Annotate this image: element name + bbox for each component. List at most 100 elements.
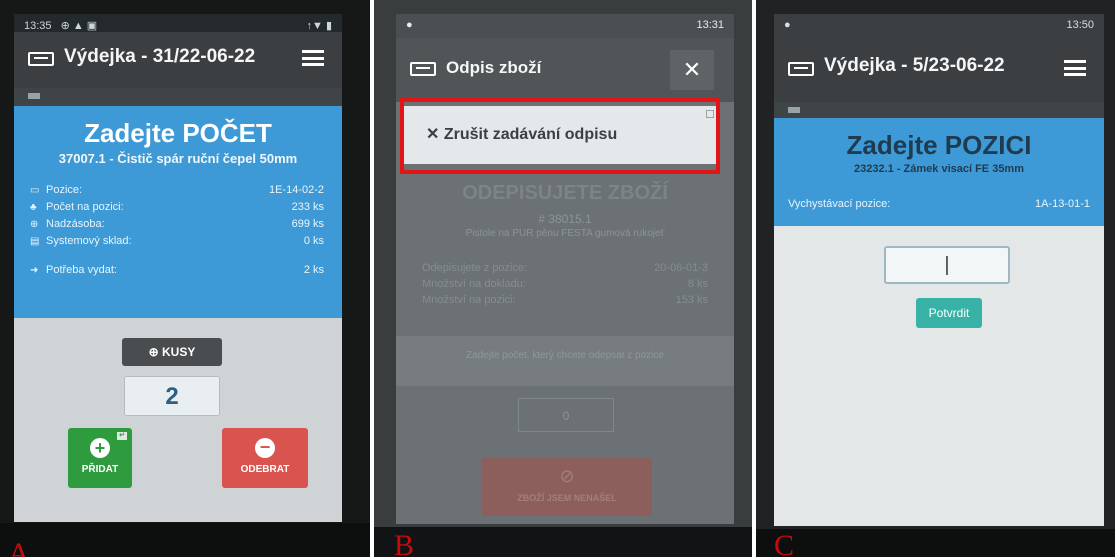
info-label: Potřeba vydat: <box>46 264 117 276</box>
device-bezel <box>756 529 1115 557</box>
quantity-value: 2 <box>165 383 179 410</box>
info-panel: Zadejte POZICI 23232.1 - Zámek visací FE… <box>774 118 1104 226</box>
dimmed-item: Pistole na PUR pěnu FESTA gumová rukojeť <box>465 228 665 239</box>
app-title: Výdejka - 5/23-06-22 <box>824 55 1005 76</box>
menu-icon[interactable] <box>1064 60 1086 76</box>
info-label: Pozice: <box>46 184 83 196</box>
info-value: 699 ks <box>291 218 324 230</box>
dimmed-row: Odepisujete z pozice: 20-06-01-3 <box>422 262 708 278</box>
info-row-count: ♣ Počet na pozici: 233 ks <box>30 201 324 217</box>
status-time: 13:50 <box>1066 19 1094 31</box>
dimmed-row-label: Odepisujete z pozice: <box>422 262 528 274</box>
photo-panel-c: ● 13:50 Výdejka - 5/23-06-22 Zadejte POZ… <box>756 0 1115 557</box>
quantity-input[interactable]: 2 <box>124 376 220 416</box>
dimmed-row-label: Množství na pozici: <box>422 294 516 306</box>
add-button[interactable]: + PŘIDAT ↵ <box>68 428 132 488</box>
input-cursor: | <box>944 254 950 276</box>
dimmed-button: ⊘ ZBOŽÍ JSEM NENAŠEL <box>482 458 652 516</box>
info-label: Nadzásoba: <box>46 218 105 230</box>
add-button-label: PŘIDAT <box>81 464 119 475</box>
dimmed-row: Množství na pozici: 153 ks <box>422 294 708 310</box>
item-name: 37007.1 - Čistič spár ruční čepel 50mm <box>58 151 298 166</box>
dimmed-button-label: ZBOŽÍ JSEM NENAŠEL <box>517 493 617 503</box>
app-header: Výdejka - 31/22-06-22 <box>14 32 342 88</box>
sub-bar <box>774 102 1104 118</box>
photo-panel-b: ● 13:31 Odpis zboží ✕ ODEPISUJETE ZBOŽÍ … <box>374 0 752 557</box>
sub-bar-marker <box>28 93 40 99</box>
close-icon: ✕ <box>682 57 702 82</box>
device-screen-b: ● 13:31 Odpis zboží ✕ ODEPISUJETE ZBOŽÍ … <box>396 14 734 524</box>
dimmed-input: 0 <box>518 398 614 432</box>
export-icon: ➜ <box>30 265 39 276</box>
info-label: Systemový sklad: <box>46 235 132 247</box>
status-bar: ● 13:31 <box>396 14 734 38</box>
device-bezel <box>0 523 370 557</box>
signal-battery-icon: ↑▼ ▮ <box>306 20 333 32</box>
close-button[interactable]: ✕ <box>670 50 714 90</box>
page-heading: Zadejte POZICI <box>846 130 1032 160</box>
info-row-warehouse: ▤ Systemový sklad: 0 ks <box>30 235 324 251</box>
cis-logo-icon <box>410 62 436 76</box>
dimmed-row: Množství na dokladu: 8 ks <box>422 278 708 294</box>
info-value: 1E-14-02-2 <box>268 184 324 196</box>
app-title: Odpis zboží <box>446 58 542 77</box>
position-input[interactable]: | <box>884 246 1010 284</box>
dimmed-code: # 38015.1 <box>538 212 592 226</box>
location-icon: ● <box>406 19 413 31</box>
panel-label-b: B <box>394 529 415 557</box>
minus-circle-icon: − <box>255 438 275 458</box>
status-bar: ● 13:50 <box>774 14 1104 38</box>
info-value: 1A-13-01-1 <box>1034 198 1090 210</box>
dimmed-input-value: 0 <box>562 409 570 423</box>
info-row-position: Vychystávací pozice: 1A-13-01-1 <box>788 198 1090 214</box>
app-header: Výdejka - 5/23-06-22 <box>774 38 1104 102</box>
info-panel: Zadejte POČET 37007.1 - Čistič spár ručn… <box>14 106 342 318</box>
dimmed-prompt: Zadejte počet, který chcete odepsat z po… <box>396 336 734 386</box>
status-icons: ⊕ ▲ ▣ <box>60 20 98 32</box>
sub-bar-marker <box>788 107 800 113</box>
globe-icon: ⊕ <box>148 345 163 359</box>
sub-bar <box>14 88 342 106</box>
info-row-surplus: ⊕ Nadzásoba: 699 ks <box>30 218 324 234</box>
dimmed-row-value: 153 ks <box>675 294 708 306</box>
cis-logo-icon <box>28 52 54 66</box>
photo-panel-a: 13:35 ⊕ ▲ ▣ ↑▼ ▮ Výdejka - 31/22-06-22 Z… <box>0 0 370 557</box>
item-name: 23232.1 - Zámek visací FE 35mm <box>854 163 1024 175</box>
count-icon: ♣ <box>30 202 37 213</box>
info-label: Vychystávací pozice: <box>788 198 891 210</box>
info-row-position: ▭ Pozice: 1E-14-02-2 <box>30 184 324 200</box>
enter-key-icon: ↵ <box>117 432 127 440</box>
status-time: 13:35 <box>24 20 52 32</box>
device-screen-c: ● 13:50 Výdejka - 5/23-06-22 Zadejte POZ… <box>774 14 1104 526</box>
info-row-need: ➜ Potřeba vydat: 2 ks <box>30 264 324 280</box>
device-bezel <box>374 527 752 557</box>
panel-label-c: C <box>774 529 795 557</box>
eye-slash-icon: ⊘ <box>559 466 575 486</box>
info-label: Počet na pozici: <box>46 201 124 213</box>
plus-circle-icon: + <box>90 438 110 458</box>
warehouse-icon: ▤ <box>30 236 40 247</box>
location-icon: ● <box>784 19 791 31</box>
surplus-icon: ⊕ <box>30 219 39 230</box>
menu-icon[interactable] <box>302 50 324 66</box>
status-time: 13:31 <box>696 19 724 31</box>
confirm-button-label: Potvrdit <box>928 306 970 320</box>
panel-label-a: A <box>8 537 30 557</box>
dimmed-row-value: 8 ks <box>687 278 708 290</box>
info-value: 2 ks <box>303 264 324 276</box>
unit-button-label: KUSY <box>162 345 196 359</box>
app-header: Odpis zboží ✕ <box>396 38 734 102</box>
dimmed-row-value: 20-06-01-3 <box>654 262 708 274</box>
dimmed-heading: ODEPISUJETE ZBOŽÍ <box>462 182 668 204</box>
info-value: 233 ks <box>291 201 324 213</box>
red-highlight-box <box>400 98 720 174</box>
confirm-button[interactable]: Potvrdit <box>916 298 982 328</box>
cis-logo-icon <box>788 62 814 76</box>
unit-button[interactable]: ⊕ KUSY <box>122 338 222 366</box>
info-value: 0 ks <box>303 235 324 247</box>
entry-area: ⊕ KUSY 2 + PŘIDAT ↵ − ODEBRAT <box>14 318 342 522</box>
dimmed-prompt-text: Zadejte počet, který chcete odepsat z po… <box>466 350 664 361</box>
remove-button[interactable]: − ODEBRAT <box>222 428 308 488</box>
page-heading: Zadejte POČET <box>84 118 272 148</box>
app-title: Výdejka - 31/22-06-22 <box>64 46 256 67</box>
